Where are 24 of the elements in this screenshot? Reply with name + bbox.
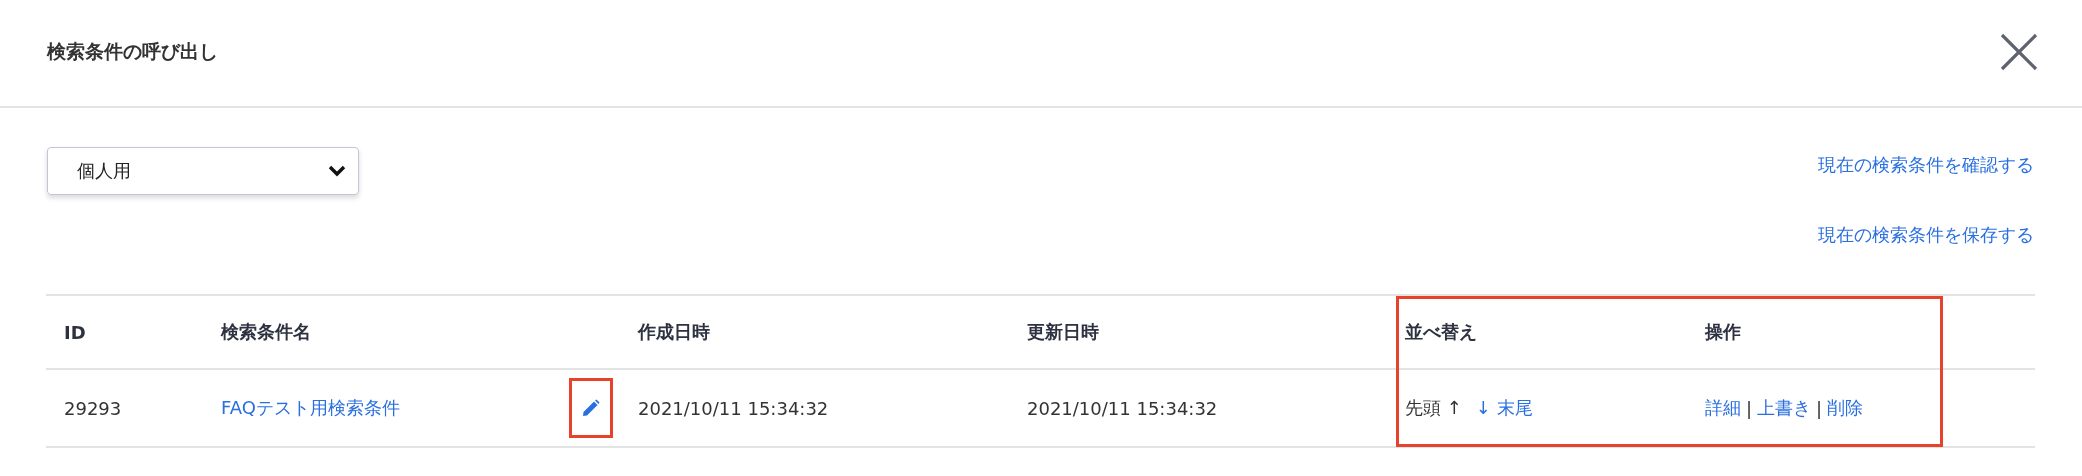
column-header: 並べ替え [1404,320,1477,344]
column-header: 検索条件名 [219,320,311,344]
sort-link[interactable]: ↓ 末尾 [1475,396,1533,420]
table-cell-text: 2021/10/11 15:34:32 [637,397,829,419]
action-link[interactable]: 上書き [1757,396,1812,420]
sort-link: 先頭 ↑ [1405,396,1462,420]
column-header: ID [63,321,86,343]
action-link[interactable]: 削除 [1827,396,1864,420]
edit-icon[interactable] [569,378,613,438]
action-link[interactable]: 詳細 [1705,396,1741,420]
search-name-link[interactable]: FAQテスト用検索条件 [203,396,400,420]
column-header: 操作 [1704,320,1741,344]
column-header: 作成日時 [636,320,710,344]
separator: | [1816,397,1823,419]
column-header: 更新日時 [1026,320,1099,344]
chevron-down-icon [328,165,346,177]
scope-select[interactable]: 個人用 [47,147,359,195]
dialog-title: 検索条件の呼び出し [47,39,218,64]
separator: | [1746,397,1753,419]
close-icon[interactable] [2000,33,2038,71]
table-cell-text: 2021/10/11 15:34:32 [1026,397,1218,419]
table-cell-text: 29293 [63,397,122,419]
link[interactable]: 現在の検索条件を確認する [1818,153,2034,177]
link[interactable]: 現在の検索条件を保存する [1818,223,2034,247]
